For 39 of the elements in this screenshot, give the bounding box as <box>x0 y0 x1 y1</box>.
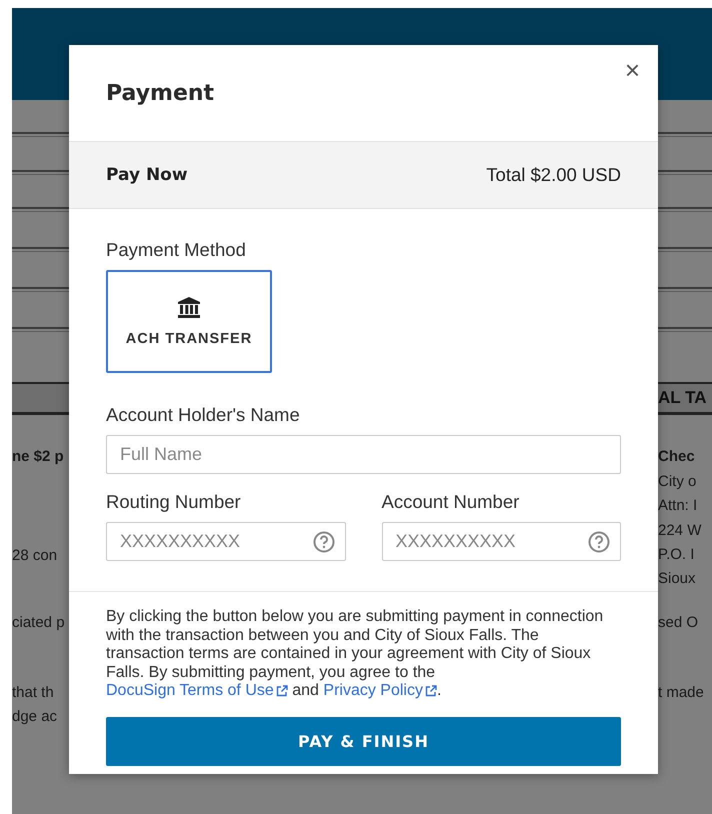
help-icon[interactable] <box>588 530 610 552</box>
document-text: dge ac <box>12 707 58 727</box>
external-link-icon <box>276 685 288 698</box>
field-label: Payment Method <box>106 239 247 261</box>
text-input[interactable]: XXXXXXXXXX <box>394 530 588 553</box>
document-text: 224 W <box>658 521 702 541</box>
field-label: Account Number <box>382 491 520 513</box>
text-input[interactable]: XXXXXXXXXX <box>118 530 312 553</box>
text-field[interactable]: Full Name <box>106 435 621 474</box>
dialog-title: Payment <box>106 80 214 106</box>
privacy-link[interactable]: Privacy Policy <box>323 682 437 700</box>
document-text: ciated p <box>12 613 66 633</box>
document-text: Attn: I <box>658 496 698 516</box>
document-text: Sioux <box>658 569 697 589</box>
close-button[interactable]: × <box>622 57 642 83</box>
table-header-band <box>12 382 69 415</box>
document-text: City o <box>658 472 698 492</box>
document-text: P.O. I <box>658 545 696 565</box>
terms-link[interactable]: DocuSign Terms of Use <box>106 682 288 700</box>
payment-method-option[interactable]: ACH TRANSFER <box>106 270 272 373</box>
document-text: that th <box>12 683 55 703</box>
field-label: Account Holder's Name <box>106 404 301 426</box>
text-input[interactable]: Full Name <box>118 443 609 466</box>
document-text: ne $2 p <box>12 447 65 467</box>
text-field[interactable]: XXXXXXXXXX <box>382 522 621 561</box>
document-text: t made <box>658 683 705 703</box>
help-icon[interactable] <box>312 530 334 552</box>
field-label: Routing Number <box>106 491 242 513</box>
bank-icon <box>177 296 201 318</box>
pay-now-label: Pay Now <box>106 165 188 185</box>
text-field[interactable]: XXXXXXXXXX <box>106 522 346 561</box>
document-heading: AL TA <box>658 388 706 408</box>
disclaimer-text: By clicking the button below you are submitting payment in connection with the transaction between you and City of Sioux Falls. The transaction terms are contained in your agreement with City of Sioux Falls. By submitting payment, you agree to the DocuSign Terms of Use and Privacy Policy . <box>106 608 604 700</box>
document-text: sed O <box>658 613 700 633</box>
document-text: Chec <box>658 447 696 467</box>
external-link-icon <box>424 685 437 698</box>
pay-finish-button[interactable]: PAY & FINISH <box>106 716 621 766</box>
total-amount: Total $2.00 USD <box>486 164 621 186</box>
document-text: 28 con <box>12 546 58 566</box>
